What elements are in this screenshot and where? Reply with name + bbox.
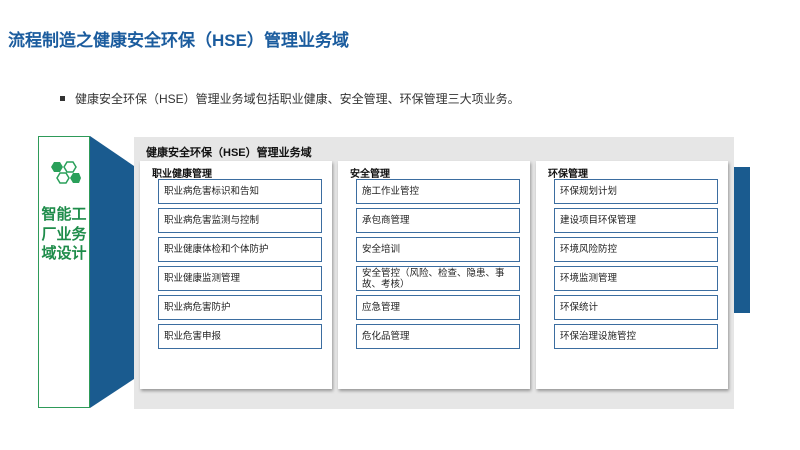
list-item: 职业病危害防护 xyxy=(158,295,322,320)
list-item: 危化品管理 xyxy=(356,324,520,349)
column-title: 环保管理 xyxy=(548,169,588,180)
hexagon-molecule-icon xyxy=(51,161,81,184)
list-item: 安全培训 xyxy=(356,237,520,262)
intro-text: 健康安全环保（HSE）管理业务域包括职业健康、安全管理、环保管理三大项业务。 xyxy=(75,92,520,106)
intro-bullet: 健康安全环保（HSE）管理业务域包括职业健康、安全管理、环保管理三大项业务。 xyxy=(60,90,520,107)
list-item: 职业健康体检和个体防护 xyxy=(158,237,322,262)
list-item: 环境风险防控 xyxy=(554,237,718,262)
side-panel: 智能工厂业务域设计 xyxy=(38,136,90,408)
right-accent-bar xyxy=(734,167,750,313)
vertical-label: 智能工厂业务域设计 xyxy=(41,206,87,262)
column-title: 职业健康管理 xyxy=(152,169,212,180)
list-item: 应急管理 xyxy=(356,295,520,320)
column-title: 安全管理 xyxy=(350,169,390,180)
occupational-health-column: 职业健康管理 职业病危害标识和告知 职业病危害监测与控制 职业健康体检和个体防护… xyxy=(140,161,332,389)
hse-domain-title: 健康安全环保（HSE）管理业务域 xyxy=(146,147,312,159)
list-item: 建设项目环保管理 xyxy=(554,208,718,233)
left-connector-wedge xyxy=(90,136,134,408)
list-item: 安全管控（风险、检查、隐患、事故、考核） xyxy=(356,266,520,291)
list-item: 环境监测管理 xyxy=(554,266,718,291)
list-item: 环保治理设施管控 xyxy=(554,324,718,349)
list-item: 职业病危害标识和告知 xyxy=(158,179,322,204)
list-item: 承包商管理 xyxy=(356,208,520,233)
list-item: 职业危害申报 xyxy=(158,324,322,349)
list-item: 职业健康监测管理 xyxy=(158,266,322,291)
safety-management-column: 安全管理 施工作业管控 承包商管理 安全培训 安全管控（风险、检查、隐患、事故、… xyxy=(338,161,530,389)
environmental-management-column: 环保管理 环保规划计划 建设项目环保管理 环境风险防控 环境监测管理 环保统计 … xyxy=(536,161,728,389)
hse-domain-panel: 健康安全环保（HSE）管理业务域 职业健康管理 职业病危害标识和告知 职业病危害… xyxy=(134,137,734,409)
list-item: 施工作业管控 xyxy=(356,179,520,204)
list-item: 职业病危害监测与控制 xyxy=(158,208,322,233)
bullet-marker xyxy=(60,96,65,101)
list-item: 环保规划计划 xyxy=(554,179,718,204)
page-title: 流程制造之健康安全环保（HSE）管理业务域 xyxy=(8,31,349,50)
list-item: 环保统计 xyxy=(554,295,718,320)
